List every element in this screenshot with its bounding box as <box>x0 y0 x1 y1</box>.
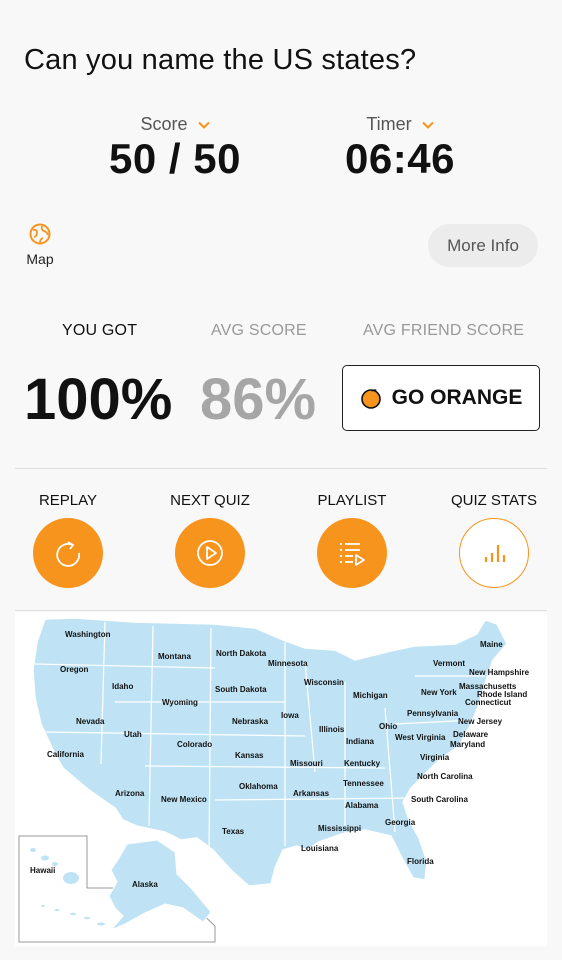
globe-icon <box>29 223 51 245</box>
state-label-indiana[interactable]: Indiana <box>346 737 374 746</box>
replay-button[interactable] <box>33 518 103 588</box>
next-quiz-label: NEXT QUIZ <box>170 492 250 509</box>
state-label-nebraska[interactable]: Nebraska <box>232 717 268 726</box>
you-got-value: 100% <box>24 367 173 432</box>
avg-score-label: AVG SCORE <box>211 322 307 339</box>
page-title: Can you name the US states? <box>24 44 417 76</box>
state-label-tennessee[interactable]: Tennessee <box>343 779 384 788</box>
timer-label: Timer <box>366 114 412 134</box>
state-label-virginia[interactable]: Virginia <box>420 753 449 762</box>
state-label-nevada[interactable]: Nevada <box>76 717 104 726</box>
state-label-oregon[interactable]: Oregon <box>60 665 88 674</box>
score-label: Score <box>140 114 188 134</box>
state-label-florida[interactable]: Florida <box>407 857 434 866</box>
state-label-maryland[interactable]: Maryland <box>450 740 485 749</box>
state-label-utah[interactable]: Utah <box>124 730 142 739</box>
aleutian-islands <box>41 905 105 926</box>
state-label-idaho[interactable]: Idaho <box>112 682 133 691</box>
chevron-down-icon <box>197 121 210 129</box>
state-label-montana[interactable]: Montana <box>158 652 191 661</box>
state-label-georgia[interactable]: Georgia <box>385 818 415 827</box>
state-label-iowa[interactable]: Iowa <box>281 711 299 720</box>
timer-toggle[interactable]: Timer <box>330 114 470 135</box>
state-label-west-virginia[interactable]: West Virginia <box>395 733 445 742</box>
score-toggle[interactable]: Score <box>95 114 255 135</box>
state-label-washington[interactable]: Washington <box>65 630 110 639</box>
state-label-alabama[interactable]: Alabama <box>345 801 378 810</box>
you-got-label: YOU GOT <box>62 322 138 339</box>
bar-chart-icon <box>484 545 506 562</box>
quiz-stats-action[interactable]: QUIZ STATS <box>434 492 554 588</box>
us-map: Washington Oregon California Idaho Nevad… <box>15 612 547 946</box>
go-orange-button[interactable]: GO ORANGE <box>342 365 540 431</box>
state-label-louisiana[interactable]: Louisiana <box>301 844 338 853</box>
timer-block: Timer 06:46 <box>330 114 470 183</box>
state-label-north-carolina[interactable]: North Carolina <box>417 772 473 781</box>
state-label-arizona[interactable]: Arizona <box>115 789 144 798</box>
go-orange-label: GO ORANGE <box>391 386 523 409</box>
state-label-oklahoma[interactable]: Oklahoma <box>239 782 278 791</box>
state-label-maine[interactable]: Maine <box>480 640 503 649</box>
state-label-north-dakota[interactable]: North Dakota <box>216 649 266 658</box>
playlist-label: PLAYLIST <box>317 492 387 509</box>
more-info-button[interactable]: More Info <box>428 224 538 267</box>
state-label-kentucky[interactable]: Kentucky <box>344 759 380 768</box>
chevron-down-icon <box>421 121 434 129</box>
state-label-colorado[interactable]: Colorado <box>177 740 212 749</box>
alaska-shape <box>108 839 212 931</box>
state-label-arkansas[interactable]: Arkansas <box>293 789 329 798</box>
timer-value: 06:46 <box>345 135 455 182</box>
state-label-mississippi[interactable]: Mississippi <box>318 824 361 833</box>
state-label-missouri[interactable]: Missouri <box>290 759 323 768</box>
next-quiz-action[interactable]: NEXT QUIZ <box>150 492 270 588</box>
state-label-rhode-island[interactable]: Rhode Island <box>477 690 527 699</box>
score-value: 50 / 50 <box>109 135 241 182</box>
state-label-kansas[interactable]: Kansas <box>235 751 263 760</box>
next-quiz-button[interactable] <box>175 518 245 588</box>
quiz-stats-label: QUIZ STATS <box>450 492 538 509</box>
state-label-new-jersey[interactable]: New Jersey <box>458 717 502 726</box>
playlist-button[interactable] <box>317 518 387 588</box>
map-toggle-label: Map <box>26 251 54 267</box>
play-icon <box>197 540 223 566</box>
orange-icon <box>360 389 381 409</box>
state-label-pennsylvania[interactable]: Pennsylvania <box>407 709 458 718</box>
replay-action[interactable]: REPLAY <box>8 492 128 588</box>
state-label-new-york[interactable]: New York <box>421 688 457 697</box>
replay-icon <box>56 541 81 567</box>
score-block: Score 50 / 50 <box>95 114 255 183</box>
state-label-south-carolina[interactable]: South Carolina <box>411 795 468 804</box>
state-label-texas[interactable]: Texas <box>222 827 244 836</box>
state-label-wisconsin[interactable]: Wisconsin <box>304 678 344 687</box>
state-label-delaware[interactable]: Delaware <box>453 730 488 739</box>
state-label-south-dakota[interactable]: South Dakota <box>215 685 267 694</box>
state-label-wyoming[interactable]: Wyoming <box>162 698 198 707</box>
map-toggle-button[interactable]: Map <box>20 222 60 267</box>
state-label-illinois[interactable]: Illinois <box>319 725 344 734</box>
quiz-stats-button[interactable] <box>459 518 529 588</box>
state-label-minnesota[interactable]: Minnesota <box>268 659 308 668</box>
replay-label: REPLAY <box>38 492 98 509</box>
playlist-action[interactable]: PLAYLIST <box>292 492 412 588</box>
state-label-connecticut[interactable]: Connecticut <box>465 698 511 707</box>
state-label-new-mexico[interactable]: New Mexico <box>161 795 207 804</box>
state-label-vermont[interactable]: Vermont <box>433 659 465 668</box>
state-label-new-hampshire[interactable]: New Hampshire <box>469 668 529 677</box>
state-label-ohio[interactable]: Ohio <box>379 722 397 731</box>
state-label-michigan[interactable]: Michigan <box>353 691 388 700</box>
playlist-icon <box>340 543 365 566</box>
state-label-massachusetts[interactable]: Massachusetts <box>459 682 516 691</box>
state-label-hawaii[interactable]: Hawaii <box>30 866 55 875</box>
avg-score-value: 86% <box>200 367 317 432</box>
state-label-california[interactable]: California <box>47 750 84 759</box>
divider <box>15 610 547 611</box>
divider <box>15 468 547 469</box>
avg-friend-score-label: AVG FRIEND SCORE <box>363 322 525 339</box>
state-label-alaska[interactable]: Alaska <box>132 880 158 889</box>
